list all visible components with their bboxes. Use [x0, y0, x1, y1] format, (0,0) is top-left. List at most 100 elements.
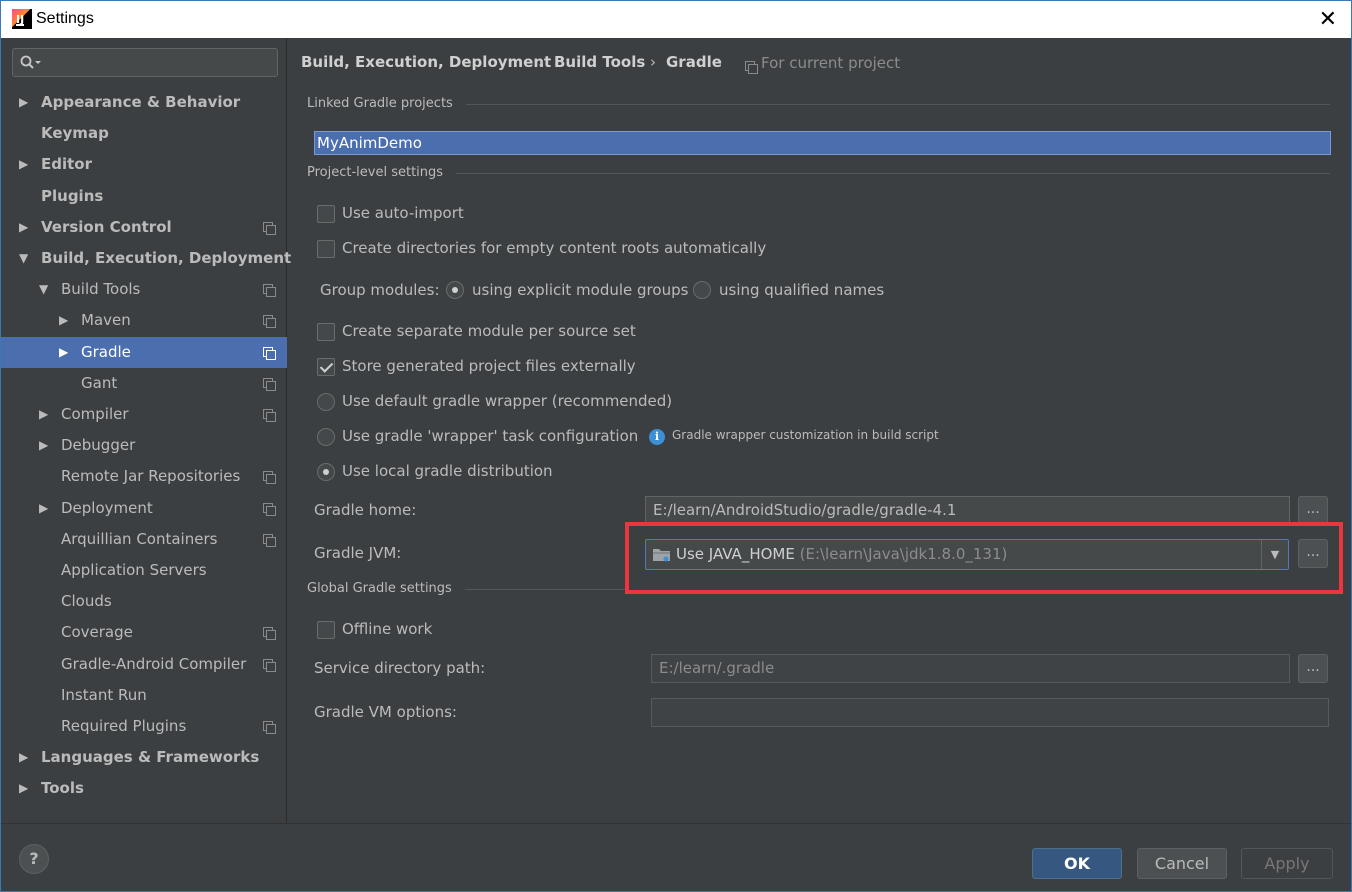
chevron-right-icon[interactable]: ▶ [39, 493, 48, 524]
group-explicit-label: using explicit module groups [472, 281, 689, 299]
sidebar-item-label: Maven [81, 311, 131, 329]
breadcrumb-build-tools[interactable]: Build Tools [554, 53, 645, 71]
group-explicit-radio[interactable] [446, 281, 464, 299]
sidebar-item-label: Keymap [41, 124, 109, 142]
gradle-jvm-label: Gradle JVM: [314, 544, 402, 562]
gradle-home-field[interactable]: E:/learn/AndroidStudio/gradle/gradle-4.1 [645, 496, 1290, 525]
breadcrumb-build-execution[interactable]: Build, Execution, Deployment [301, 53, 551, 71]
auto-import-checkbox[interactable] [317, 205, 335, 223]
apply-button[interactable]: Apply [1241, 848, 1333, 879]
divider [465, 589, 625, 590]
sidebar-item[interactable]: Application Servers [1, 555, 287, 586]
sidebar-item[interactable]: ▶ Appearance & Behavior [1, 87, 287, 118]
sidebar-item[interactable]: Clouds [1, 586, 287, 617]
sidebar-item[interactable]: ▶ Maven [1, 305, 287, 336]
create-dirs-checkbox[interactable] [317, 240, 335, 258]
sidebar-item[interactable]: ▼ Build Tools [1, 274, 287, 305]
close-icon[interactable]: ✕ [1319, 7, 1337, 32]
help-button[interactable]: ? [19, 844, 49, 874]
project-scope-icon [263, 721, 276, 734]
chevron-down-icon[interactable]: ▼ [39, 274, 48, 305]
local-dist-label: Use local gradle distribution [342, 462, 553, 480]
sidebar-item[interactable]: Instant Run [1, 680, 287, 711]
sidebar-item[interactable]: ▼ Build, Execution, Deployment [1, 243, 291, 274]
separate-module-checkbox[interactable] [317, 323, 335, 341]
local-dist-radio[interactable] [317, 463, 335, 481]
sidebar-item-label: Application Servers [61, 561, 207, 579]
search-input[interactable] [12, 48, 278, 77]
wrapper-task-label: Use gradle 'wrapper' task configuration [342, 427, 639, 445]
sidebar-item-label: Gradle [81, 343, 131, 361]
sidebar-item[interactable]: ▶ Compiler [1, 399, 287, 430]
chevron-right-icon[interactable]: ▶ [19, 149, 28, 180]
sidebar-item[interactable]: ▶ Languages & Frameworks [1, 742, 287, 773]
sidebar-item[interactable]: Plugins [1, 181, 287, 212]
sidebar-item[interactable]: Gradle-Android Compiler [1, 649, 287, 680]
intellij-logo-icon: IJ [12, 9, 32, 29]
store-external-checkbox[interactable] [317, 358, 335, 376]
service-dir-field[interactable]: E:/learn/.gradle [651, 654, 1290, 683]
sidebar: ▶ Appearance & Behavior Keymap ▶ Editor Plugi… [1, 38, 291, 823]
project-scope-icon [745, 61, 758, 74]
sidebar-item[interactable]: ▶ Tools [1, 773, 287, 804]
chevron-right-icon[interactable]: ▶ [19, 212, 28, 243]
create-dirs-label: Create directories for empty content roo… [342, 239, 767, 257]
chevron-right-icon[interactable]: ▶ [19, 87, 28, 118]
project-scope-icon [263, 409, 276, 422]
project-scope-icon [263, 534, 276, 547]
chevron-right-icon[interactable]: ▶ [59, 305, 68, 336]
sidebar-item-label: Remote Jar Repositories [61, 467, 241, 485]
project-scope-icon [263, 659, 276, 672]
global-settings-heading: Global Gradle settings [307, 581, 452, 596]
linked-projects-heading: Linked Gradle projects [307, 96, 453, 111]
chevron-right-icon[interactable]: ▶ [39, 430, 48, 461]
sidebar-item[interactable]: Gant [1, 368, 287, 399]
project-scope-icon [263, 627, 276, 640]
gradle-home-browse-button[interactable]: ... [1298, 496, 1328, 525]
vm-options-field[interactable] [651, 698, 1329, 727]
sidebar-item-label: Instant Run [61, 686, 147, 704]
sidebar-item[interactable]: Required Plugins [1, 711, 287, 742]
cancel-button[interactable]: Cancel [1137, 848, 1227, 879]
sidebar-item[interactable]: Arquillian Containers [1, 524, 287, 555]
sidebar-item[interactable]: ▶ Deployment [1, 493, 287, 524]
project-scope-icon [263, 284, 276, 297]
sidebar-item[interactable]: ▶ Version Control [1, 212, 287, 243]
project-scope-icon [263, 378, 276, 391]
project-level-heading: Project-level settings [307, 165, 444, 180]
group-qualified-radio[interactable] [693, 281, 711, 299]
dialog-footer: ? OK Cancel Apply [1, 823, 1351, 891]
wrapper-hint: Gradle wrapper customization in build sc… [672, 428, 939, 442]
project-scope-icon [263, 347, 276, 360]
divider [466, 104, 1330, 105]
sidebar-item-label: Appearance & Behavior [41, 93, 241, 111]
project-scope-icon [263, 471, 276, 484]
chevron-right-icon[interactable]: ▶ [19, 742, 28, 773]
sidebar-item[interactable]: Keymap [1, 118, 287, 149]
chevron-right-icon[interactable]: ▶ [39, 399, 48, 430]
sidebar-item-label: Gant [81, 374, 118, 392]
search-text[interactable] [45, 52, 270, 73]
offline-work-checkbox[interactable] [317, 621, 335, 639]
title-bar: IJ Settings ✕ [0, 0, 1352, 38]
sidebar-item[interactable]: Remote Jar Repositories [1, 461, 287, 492]
sidebar-item[interactable]: ▶ Gradle [1, 337, 287, 368]
breadcrumb-separator: › [538, 53, 544, 71]
sidebar-item-label: Compiler [61, 405, 129, 423]
service-dir-label: Service directory path: [314, 659, 486, 677]
sidebar-item-label: Debugger [61, 436, 136, 454]
chevron-right-icon[interactable]: ▶ [59, 337, 68, 368]
ok-button[interactable]: OK [1032, 848, 1122, 879]
default-wrapper-radio[interactable] [317, 393, 335, 411]
wrapper-task-radio[interactable] [317, 428, 335, 446]
breadcrumb-gradle[interactable]: Gradle [666, 53, 722, 71]
sidebar-item[interactable]: ▶ Debugger [1, 430, 287, 461]
search-icon [20, 55, 41, 69]
linked-project-item[interactable]: MyAnimDemo [314, 131, 1331, 155]
sidebar-item[interactable]: ▶ Editor [1, 149, 287, 180]
sidebar-item-label: Tools [41, 779, 84, 797]
sidebar-item[interactable]: Coverage [1, 617, 287, 648]
chevron-right-icon[interactable]: ▶ [19, 773, 28, 804]
service-dir-browse-button[interactable]: ... [1298, 654, 1328, 683]
chevron-down-icon[interactable]: ▼ [19, 243, 28, 274]
